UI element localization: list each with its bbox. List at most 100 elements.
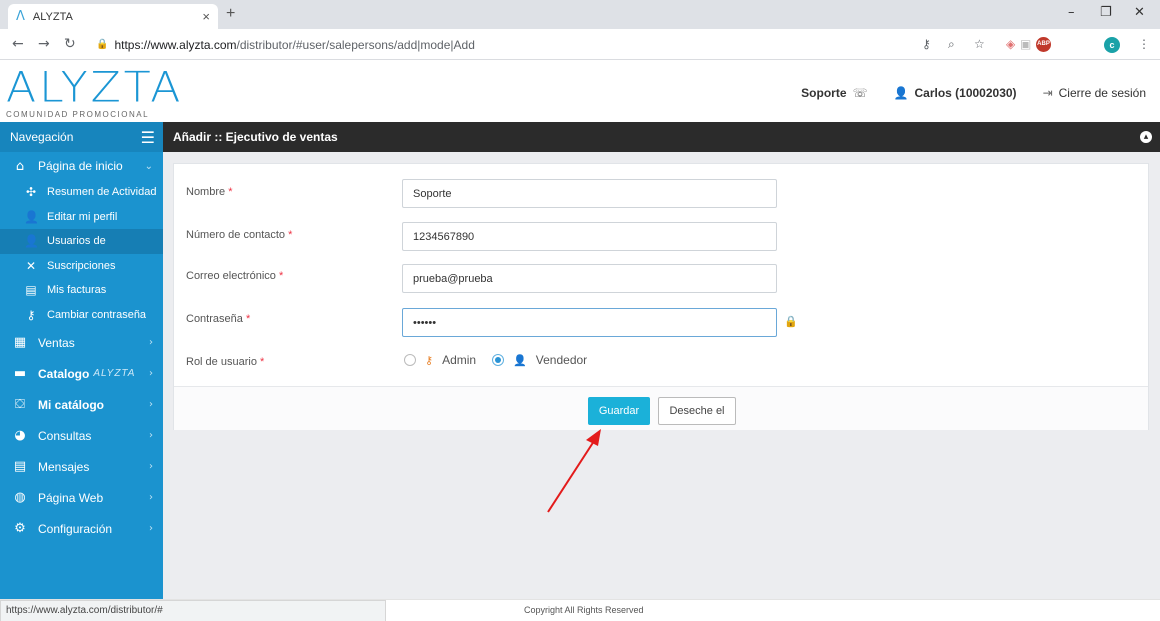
puzzle-icon: ✕ — [25, 258, 37, 273]
browser-tab-title: ALYZTA — [32, 10, 73, 23]
hamburger-menu-icon[interactable]: ☰ — [141, 128, 155, 147]
sidebar-item-sales[interactable]: ▦ Ventas › — [0, 327, 163, 358]
password-label: Contraseña * — [186, 313, 251, 325]
extension-icon[interactable]: ◈ — [1006, 37, 1015, 51]
sidebar: Navegación ☰ ⌂ Página de inicio ⌄ ✣ Resu… — [0, 122, 163, 599]
alyzta-favicon-icon: Λ — [16, 9, 25, 24]
role-vendor-label[interactable]: Vendedor — [536, 353, 587, 367]
address-bar[interactable]: 🔒 https://www.alyzta.com/distributor/#us… — [96, 33, 904, 56]
sidebar-subitem-invoices[interactable]: ▤ Mis facturas — [0, 278, 163, 303]
bookmark-star-icon[interactable]: ☆ — [974, 37, 985, 51]
page-title: Añadir :: Ejecutivo de ventas — [173, 130, 338, 144]
chevron-right-icon: › — [149, 461, 153, 472]
close-tab-icon[interactable]: × — [202, 9, 210, 24]
status-bar: https://www.alyzta.com/distributor/# Cop… — [0, 599, 1160, 621]
support-link[interactable]: Soporte ☏ — [801, 86, 867, 100]
email-input[interactable]: prueba@prueba — [402, 264, 777, 293]
phone-input[interactable]: 1234567890 — [402, 222, 777, 251]
chevron-right-icon: › — [149, 399, 153, 410]
chevron-right-icon: › — [149, 492, 153, 503]
phone-icon: ☏ — [852, 86, 868, 100]
pie-icon: ◕ — [14, 428, 26, 443]
user-icon: 👤 — [513, 353, 527, 367]
chevron-right-icon: › — [149, 430, 153, 441]
sidebar-subitem-activity[interactable]: ✣ Resumen de Actividad — [0, 180, 163, 205]
browser-tabstrip: Λ ALYZTA × + – ❐ ✕ — [0, 0, 1160, 29]
adblock-icon[interactable]: ABP — [1036, 37, 1051, 52]
role-label: Rol de usuario * — [186, 356, 265, 368]
logout-link[interactable]: ⇥ Cierre de sesión — [1043, 86, 1146, 100]
chevron-right-icon: › — [149, 523, 153, 534]
discard-button[interactable]: Deseche el — [658, 397, 736, 425]
sidebar-subitem-users[interactable]: 👤 Usuarios de — [0, 229, 163, 254]
sidebar-header: Navegación ☰ — [0, 122, 163, 152]
password-input[interactable]: •••••• — [402, 308, 777, 337]
sidebar-subitem-change-password[interactable]: ⚷ Cambiar contraseña — [0, 303, 163, 328]
catalog-brand: ALYZTA — [93, 368, 136, 379]
pinwheel-icon: ✣ — [25, 185, 37, 200]
status-url: https://www.alyzta.com/distributor/# — [0, 600, 386, 621]
role-vendor-radio[interactable] — [492, 354, 505, 366]
reload-icon[interactable]: ↻ — [64, 36, 76, 52]
url-path: /distributor/#user/salepersons/add|mode|… — [236, 37, 475, 52]
email-label: Correo electrónico * — [186, 270, 284, 282]
save-button[interactable]: Guardar — [588, 397, 650, 425]
salesperson-form: Nombre * Soporte Número de contacto * 12… — [173, 163, 1149, 430]
browser-menu-icon[interactable]: ⋮ — [1138, 37, 1150, 51]
minimize-icon[interactable]: – — [1068, 5, 1075, 20]
user-icon: 👤 — [24, 209, 39, 224]
logout-icon: ⇥ — [1042, 86, 1053, 100]
sidebar-item-settings[interactable]: ⚙ Configuración › — [0, 513, 163, 544]
role-admin-label[interactable]: Admin — [442, 353, 476, 367]
sidebar-item-catalog[interactable]: ▬ Catalogo ALYZTA › — [0, 358, 163, 389]
gear-icon: ⚙ — [14, 521, 26, 536]
zoom-icon[interactable]: ⌕ — [948, 37, 955, 52]
restore-icon[interactable]: ❐ — [1100, 5, 1112, 20]
profile-avatar[interactable]: c — [1104, 37, 1120, 53]
home-icon: ⌂ — [15, 158, 25, 174]
url-host: https://www.alyzta.com — [114, 37, 237, 52]
chevron-right-icon: › — [149, 368, 153, 379]
close-window-icon[interactable]: ✕ — [1134, 5, 1145, 20]
chevron-right-icon: › — [149, 337, 153, 348]
sidebar-subitem-edit-profile[interactable]: 👤 Editar mi perfil — [0, 205, 163, 230]
sales-icon: ▦ — [13, 335, 27, 350]
back-icon[interactable]: ← — [12, 36, 24, 52]
sidebar-subitem-subscriptions[interactable]: ✕ Suscripciones — [0, 254, 163, 279]
name-input[interactable]: Soporte — [402, 179, 777, 208]
sidebar-item-website[interactable]: ◍ Página Web › — [0, 482, 163, 513]
name-label: Nombre * — [186, 186, 233, 198]
browser-tab[interactable]: Λ ALYZTA × — [8, 4, 218, 29]
globe-icon: ◍ — [14, 490, 26, 505]
sidebar-item-home[interactable]: ⌂ Página de inicio ⌄ — [0, 152, 163, 180]
copyright-text: Copyright All Rights Reserved — [524, 605, 644, 615]
key-icon[interactable]: ⚷ — [922, 37, 931, 51]
padlock-icon: 🔒 — [784, 315, 798, 328]
form-actions: Guardar Deseche el — [174, 386, 1148, 430]
collapse-icon[interactable]: ▴ — [1140, 131, 1152, 143]
star-box-icon: ⛋ — [15, 397, 25, 412]
logo-text: ALYZTA — [6, 63, 184, 112]
lock-icon: 🔒 — [96, 39, 109, 50]
forward-icon[interactable]: → — [38, 36, 50, 52]
sidebar-title: Navegación — [10, 130, 74, 144]
user-icon: 👤 — [24, 234, 39, 249]
alyzta-logo[interactable]: ALYZTA COMUNIDAD PROMOCIONAL — [6, 66, 183, 119]
catalog-icon: ▬ — [13, 366, 27, 381]
sidebar-item-my-catalog[interactable]: ⛋ Mi catálogo › — [0, 389, 163, 420]
user-link[interactable]: 👤 Carlos (10002030) — [894, 86, 1017, 100]
app-header: ALYZTA COMUNIDAD PROMOCIONAL Soporte ☏ 👤 C… — [0, 60, 1160, 122]
message-icon: ▤ — [13, 459, 27, 474]
phone-label: Número de contacto * — [186, 229, 293, 241]
key-icon: ⚷ — [26, 307, 36, 322]
pdf-extension-icon[interactable]: ▣ — [1020, 37, 1031, 51]
new-tab-icon[interactable]: + — [226, 5, 235, 23]
role-admin-radio[interactable] — [404, 354, 416, 366]
user-icon: 👤 — [893, 86, 909, 100]
invoice-icon: ▤ — [25, 283, 37, 298]
browser-toolbar: ← → ↻ 🔒 https://www.alyzta.com/distribut… — [0, 29, 1160, 60]
sidebar-item-messages[interactable]: ▤ Mensajes › — [0, 451, 163, 482]
sidebar-item-queries[interactable]: ◕ Consultas › — [0, 420, 163, 451]
page-title-bar: Añadir :: Ejecutivo de ventas ▴ — [163, 122, 1160, 152]
key-icon: ⚷ — [425, 353, 434, 367]
